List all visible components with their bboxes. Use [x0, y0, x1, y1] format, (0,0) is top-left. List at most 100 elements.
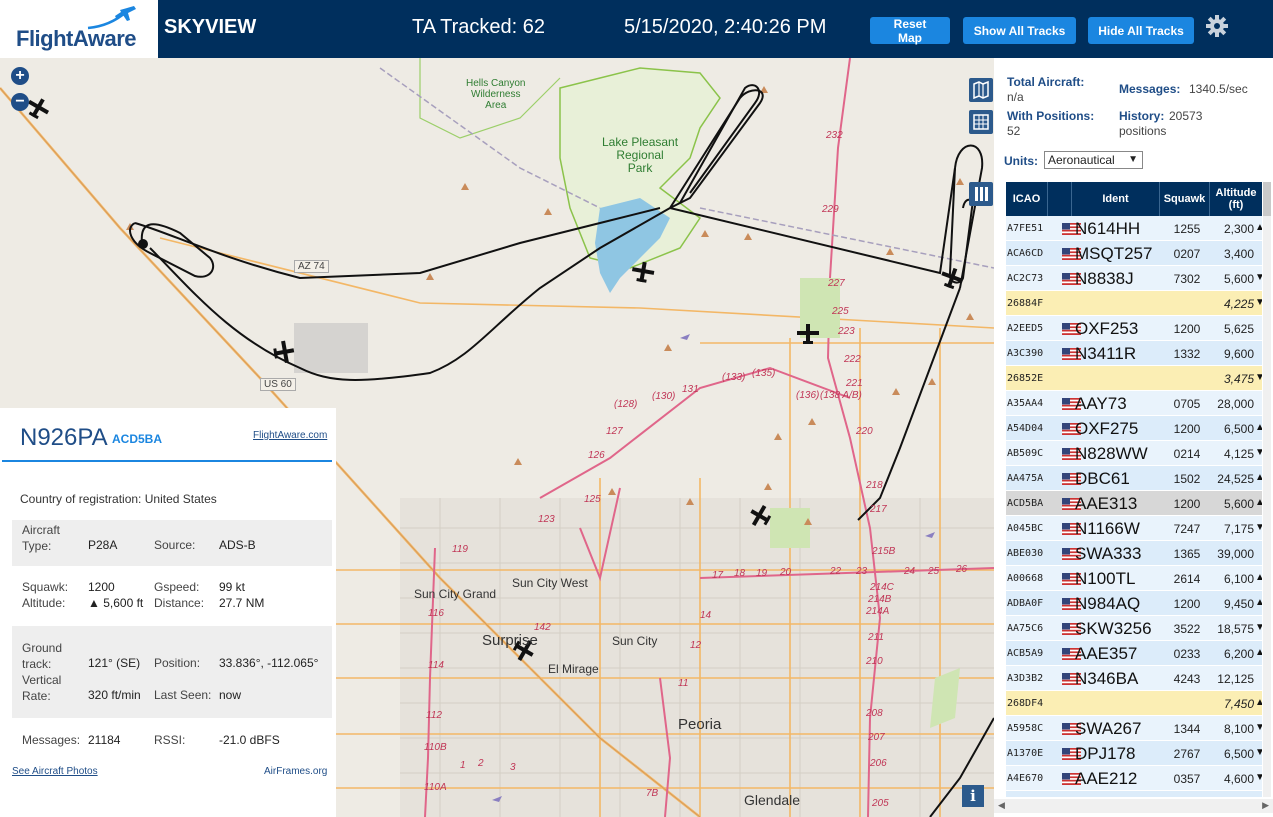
logo-text: FlightAware	[16, 26, 137, 51]
table-row[interactable]: A7FE51 N614HH 1255 2,300 ▲	[1006, 216, 1262, 241]
hwy-label: (138 A/B)	[820, 390, 862, 401]
table-scrollbar[interactable]	[1263, 182, 1271, 797]
table-row[interactable]: ACB5A9 AAE357 0233 6,200 ▲	[1006, 641, 1262, 666]
show-all-tracks-button[interactable]: Show All Tracks	[963, 17, 1076, 44]
scroll-right-icon[interactable]: ▶	[1262, 800, 1269, 811]
hwy-label: 217	[870, 504, 887, 515]
hwy-label: (136)	[796, 390, 820, 401]
flightaware-logo[interactable]: FlightAware	[0, 0, 158, 58]
gear-icon[interactable]	[1205, 14, 1229, 38]
hwy-label: 211	[868, 632, 884, 643]
table-row[interactable]: AA475A DBC61 1502 24,525 ▲	[1006, 466, 1262, 491]
zoom-out-button[interactable]: −	[11, 93, 29, 111]
row-ident: N614HH	[1075, 219, 1141, 238]
row-altitude: 18,575	[1217, 622, 1254, 636]
squawk-column-header[interactable]: Squawk	[1160, 182, 1210, 216]
flag-column-header[interactable]	[1048, 182, 1072, 216]
zoom-in-button[interactable]: +	[11, 67, 29, 85]
hwy-label: 214A	[866, 606, 890, 617]
table-row[interactable]: 268DF4 7,450 ▲	[1006, 691, 1262, 716]
row-ident: N828WW	[1075, 444, 1148, 463]
table-row[interactable]: A54D04 OXF275 1200 6,500 ▲	[1006, 416, 1262, 441]
messages-info-block: Messages: 21184 RSSI: -21.0 dBFS	[12, 726, 332, 756]
row-altitude: 6,200	[1223, 647, 1254, 661]
hwy-label: 119	[452, 544, 468, 555]
hwy-label: 208	[866, 708, 883, 719]
table-row[interactable]: A35AA4 AAY73 0705 28,000	[1006, 391, 1262, 416]
distance-value: 27.7 NM	[219, 596, 265, 610]
row-altitude: 6,500	[1223, 747, 1254, 761]
altitude-trend-icon: ▲	[1255, 597, 1262, 608]
table-row[interactable]: ACA6CD MSQT257 0207 3,400	[1006, 241, 1262, 266]
squawk-info-block: Squawk: 1200 Gspeed: 99 kt Altitude: ▲ 5…	[12, 574, 332, 618]
table-row[interactable]: A06405CTF124263721,725▲	[1006, 791, 1262, 797]
hwy-label: (133)	[722, 372, 746, 383]
table-row[interactable]: 26852E 3,475 ▼	[1006, 366, 1262, 391]
row-ident: N1166W	[1075, 519, 1140, 538]
history-value: 20573 positions	[1119, 109, 1203, 138]
row-altitude: 5,625	[1223, 322, 1254, 336]
columns-icon	[975, 187, 988, 201]
altitude-trend-icon: ▲	[1255, 497, 1262, 508]
altitude-trend-icon: ▲	[1255, 697, 1262, 708]
hwy-label: 127	[606, 426, 623, 437]
hwy-label: 7B	[646, 788, 659, 799]
row-icao: ABE030	[1007, 548, 1044, 559]
table-row[interactable]: 26884F 4,225 ▼	[1006, 291, 1262, 316]
row-icao: 26884F	[1007, 298, 1044, 309]
messages-rate-value: 1340.5/sec	[1189, 82, 1248, 96]
row-icao: AB509C	[1007, 448, 1044, 459]
flightaware-link[interactable]: FlightAware.com	[253, 430, 327, 441]
map-layers-button[interactable]	[969, 78, 993, 102]
row-ident: AAE357	[1075, 644, 1138, 663]
scroll-left-icon[interactable]: ◀	[998, 800, 1005, 811]
airframes-link[interactable]: AirFrames.org	[264, 766, 327, 777]
hwy-label: 1	[460, 760, 466, 771]
hwy-label: 2	[478, 758, 484, 769]
row-ident: N100TL	[1075, 569, 1136, 588]
altitude-trend-icon: ▼	[1255, 522, 1262, 533]
table-row[interactable]: A045BC N1166W 7247 7,175 ▼	[1006, 516, 1262, 541]
aircraft-photos-link[interactable]: See Aircraft Photos	[12, 766, 98, 777]
table-row[interactable]: ABE030 SWA333 1365 39,000	[1006, 541, 1262, 566]
columns-toggle-button[interactable]	[969, 182, 993, 206]
table-row[interactable]: ADBA0F N984AQ 1200 9,450 ▲	[1006, 591, 1262, 616]
ident-column-header[interactable]: Ident	[1072, 182, 1160, 216]
table-row[interactable]: A1370E DPJ178 2767 6,500 ▼	[1006, 741, 1262, 766]
table-row[interactable]: A4E670 AAE212 0357 4,600 ▼	[1006, 766, 1262, 791]
row-icao: A3D3B2	[1007, 673, 1044, 684]
selected-icao: ACD5BA	[112, 432, 163, 446]
hwy-label: 114	[428, 660, 444, 671]
glendale-label: Glendale	[744, 792, 801, 808]
hide-all-tracks-button[interactable]: Hide All Tracks	[1088, 17, 1194, 44]
table-row[interactable]: A2EED5 OXF253 1200 5,625	[1006, 316, 1262, 341]
info-button[interactable]: i	[962, 785, 984, 807]
hwy-label: 214C	[870, 582, 894, 593]
sun-city-grand-label: Sun City Grand	[414, 587, 497, 601]
scrollbar-thumb[interactable]	[1263, 182, 1271, 216]
table-row[interactable]: A00668 N100TL 2614 6,100 ▲	[1006, 566, 1262, 591]
table-row[interactable]: A3C390 N3411R 1332 9,600	[1006, 341, 1262, 366]
table-row[interactable]: A3D3B2 N346BA 4243 12,125	[1006, 666, 1262, 691]
hwy-label: 12	[690, 640, 702, 651]
row-altitude: 12,125	[1217, 672, 1254, 686]
skyview-app: FlightAware SKYVIEW TA Tracked: 62 5/15/…	[0, 0, 1273, 817]
table-row[interactable]: AA75C6 SKW3256 3522 18,575 ▼	[1006, 616, 1262, 641]
row-ident: SKW3256	[1075, 619, 1152, 638]
units-select[interactable]: Aeronautical ▼	[1044, 151, 1143, 169]
surprise-label: Surprise	[482, 632, 538, 649]
icao-column-header[interactable]: ICAO	[1006, 182, 1048, 216]
table-row[interactable]: AB509C N828WW 0214 4,125 ▼	[1006, 441, 1262, 466]
table-row[interactable]: A5958C SWA267 1344 8,100 ▼	[1006, 716, 1262, 741]
grid-toggle-button[interactable]	[969, 110, 993, 134]
reset-map-button[interactable]: Reset Map	[870, 17, 950, 45]
altitude-column-header[interactable]: Altitude (ft)	[1210, 182, 1262, 216]
units-label: Units:	[1004, 154, 1038, 168]
row-altitude: 5,600	[1223, 497, 1254, 511]
table-row[interactable]: AC2C73 N8838J 7302 5,600 ▼	[1006, 266, 1262, 291]
horizontal-scrollbar[interactable]: ◀ ▶	[994, 799, 1273, 813]
source-label: Source:	[154, 538, 196, 552]
altitude-trend-icon: ▲	[1255, 647, 1262, 658]
row-icao: ADBA0F	[1007, 598, 1044, 609]
table-row[interactable]: ACD5BA AAE313 1200 5,600 ▲	[1006, 491, 1262, 516]
